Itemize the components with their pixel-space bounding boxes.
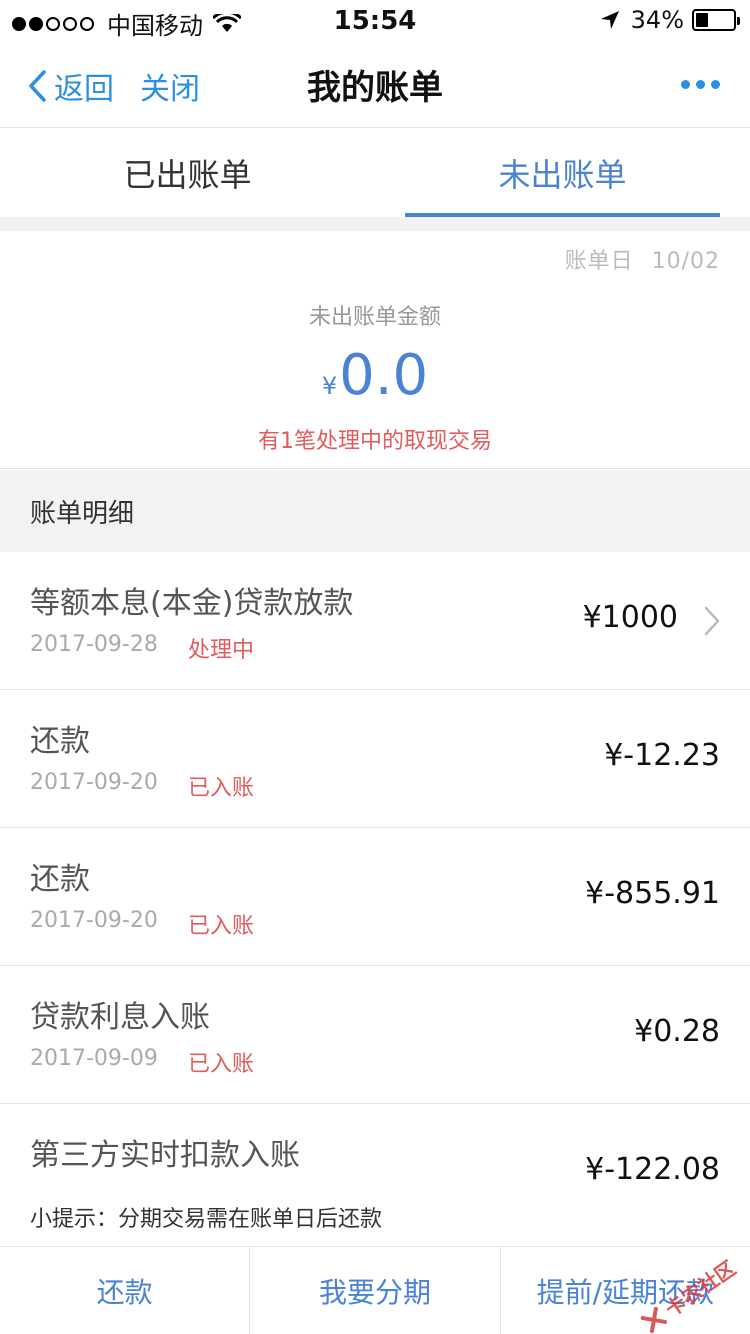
transaction-title: 还款 bbox=[30, 724, 90, 759]
bill-day-label: 账单日 bbox=[564, 249, 634, 274]
repay-button[interactable]: 还款 bbox=[0, 1247, 251, 1334]
transaction-status: 处理中 bbox=[188, 638, 255, 663]
currency-symbol: ¥ bbox=[321, 372, 338, 400]
transaction-date: 2017-09-20 bbox=[30, 908, 158, 933]
transaction-amount: ¥0.28 bbox=[634, 1014, 720, 1049]
page-title: 我的账单 bbox=[307, 68, 443, 108]
list-item[interactable]: 还款 2017-09-20 已入账 ¥-12.23 bbox=[0, 690, 750, 828]
status-right: 34% bbox=[599, 6, 740, 34]
transaction-date: 2017-09-28 bbox=[30, 632, 158, 657]
battery-percent: 34% bbox=[630, 6, 684, 34]
transaction-amount: ¥-122.08 bbox=[585, 1152, 720, 1187]
battery-icon bbox=[692, 9, 740, 31]
nav-bar: 返回 关闭 我的账单 bbox=[0, 40, 750, 128]
transaction-title: 第三方实时扣款入账 bbox=[30, 1138, 300, 1173]
transaction-amount: ¥1000 bbox=[582, 600, 678, 635]
bill-tabs: 已出账单 未出账单 bbox=[0, 129, 750, 217]
tab-unissued-bill[interactable]: 未出账单 bbox=[375, 129, 750, 217]
chevron-right-icon bbox=[704, 606, 720, 636]
bill-day-value: 10/02 bbox=[651, 249, 720, 274]
bill-day: 账单日 10/02 bbox=[565, 243, 720, 275]
pending-cash-notice[interactable]: 有1笔处理中的取现交易 bbox=[0, 423, 750, 455]
amount-value: 0.0 bbox=[339, 343, 429, 408]
more-options-icon[interactable] bbox=[675, 80, 720, 89]
list-item[interactable]: 第三方实时扣款入账 ¥-122.08 bbox=[0, 1104, 750, 1188]
installment-tip: 小提示：分期交易需在账单日后还款 bbox=[0, 1188, 750, 1246]
transaction-amount: ¥-12.23 bbox=[604, 738, 720, 773]
transaction-title: 贷款利息入账 bbox=[30, 1000, 210, 1035]
bill-summary: 账单日 10/02 未出账单金额 ¥0.0 有1笔处理中的取现交易 bbox=[0, 231, 750, 469]
unissued-amount-label: 未出账单金额 bbox=[308, 305, 441, 330]
transaction-list: 等额本息(本金)贷款放款 2017-09-28 处理中 ¥1000 还款 201… bbox=[0, 552, 750, 1188]
tab-issued-bill[interactable]: 已出账单 bbox=[0, 129, 375, 217]
transaction-title: 还款 bbox=[30, 862, 90, 897]
transaction-amount: ¥-855.91 bbox=[585, 876, 720, 911]
divider bbox=[0, 217, 750, 231]
list-item[interactable]: 贷款利息入账 2017-09-09 已入账 ¥0.28 bbox=[0, 966, 750, 1104]
section-header: 账单明细 bbox=[0, 470, 750, 552]
status-bar: 中国移动 15:54 34% bbox=[0, 0, 750, 40]
bottom-action-bar: 还款 我要分期 提前/延期还款 bbox=[0, 1246, 750, 1334]
unissued-amount: ¥0.0 bbox=[0, 343, 750, 408]
list-item[interactable]: 还款 2017-09-20 已入账 ¥-855.91 bbox=[0, 828, 750, 966]
transaction-title: 等额本息(本金)贷款放款 bbox=[30, 586, 354, 621]
location-arrow-icon bbox=[600, 11, 619, 29]
transaction-date: 2017-09-20 bbox=[30, 770, 158, 795]
installment-button[interactable]: 我要分期 bbox=[250, 1247, 501, 1334]
transaction-date: 2017-09-09 bbox=[30, 1046, 158, 1071]
transaction-status: 已入账 bbox=[188, 776, 255, 801]
transaction-status: 已入账 bbox=[188, 1052, 255, 1077]
list-item[interactable]: 等额本息(本金)贷款放款 2017-09-28 处理中 ¥1000 bbox=[0, 552, 750, 690]
transaction-status: 已入账 bbox=[188, 914, 255, 939]
